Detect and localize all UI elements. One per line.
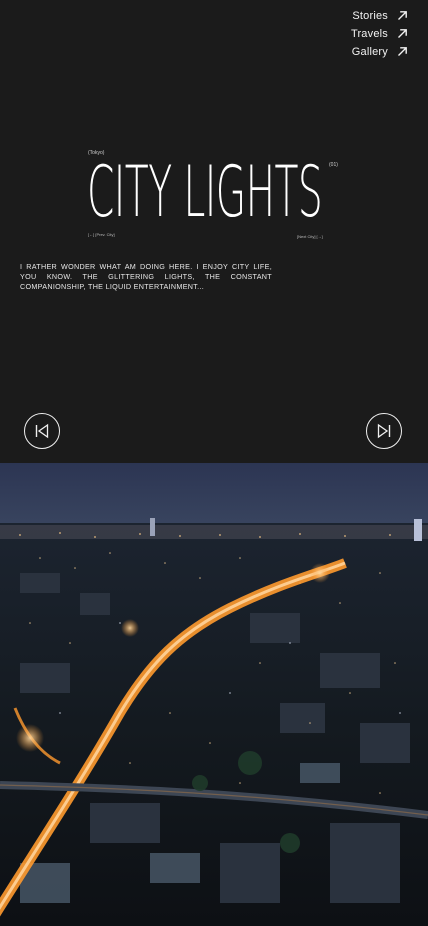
night-city-aerial-image xyxy=(0,463,428,926)
nav-link-stories[interactable]: Stories xyxy=(298,6,408,25)
prev-city-label[interactable]: [←] [Prev. City] xyxy=(88,232,115,237)
prev-city-button[interactable] xyxy=(24,413,60,449)
next-city-label[interactable]: [Next City] [→] xyxy=(297,234,323,239)
intro-text: I rather wonder what am doing here. I en… xyxy=(20,262,272,291)
top-nav: Stories Travels Gallery xyxy=(298,6,408,60)
nav-label-travels: Travels xyxy=(350,27,388,40)
skip-back-icon xyxy=(35,423,49,439)
hero-title-block: (Tokyo) CITY LIGHTS (01) [←] [Prev. City… xyxy=(87,150,347,240)
page-title: CITY LIGHTS xyxy=(87,151,323,233)
arrow-up-right-icon xyxy=(398,11,407,20)
next-city-button[interactable] xyxy=(366,413,402,449)
nav-label-gallery: Gallery xyxy=(351,45,388,58)
city-index: (01) xyxy=(329,162,338,168)
nav-link-travels[interactable]: Travels xyxy=(298,24,408,43)
skip-forward-icon xyxy=(377,423,391,439)
nav-link-gallery[interactable]: Gallery xyxy=(298,42,408,61)
arrow-up-right-icon xyxy=(398,47,407,56)
nav-label-stories: Stories xyxy=(352,9,388,22)
arrow-up-right-icon xyxy=(398,29,407,38)
